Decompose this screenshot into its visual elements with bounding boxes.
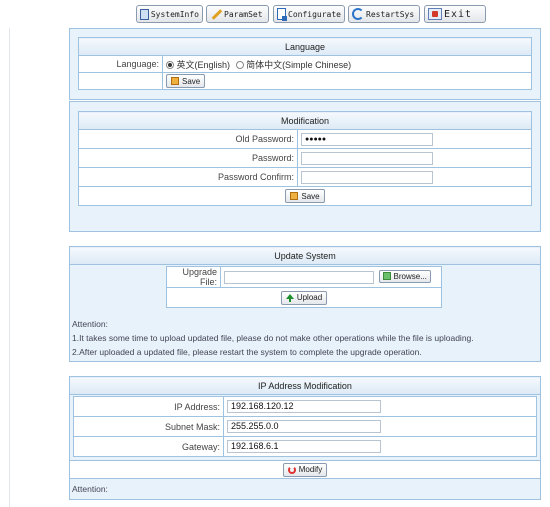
ip-address-field[interactable]: 192.168.120.12 (227, 400, 381, 413)
modify-button[interactable]: Modify (282, 462, 328, 477)
password-label: Password: (78, 148, 298, 168)
gateway-field[interactable]: 192.168.6.1 (227, 440, 381, 453)
subnet-mask-label: Subnet Mask: (73, 416, 224, 437)
language-save-button[interactable]: Save (166, 74, 206, 88)
password-save-label: Save (301, 191, 320, 201)
system-info-icon (140, 8, 149, 20)
old-password-field[interactable]: ●●●●● (301, 132, 433, 146)
password-field[interactable] (301, 151, 433, 165)
pen-icon (210, 8, 222, 20)
update-system-panel: Update System Upgrade File: Browse... Up… (69, 246, 541, 362)
ip-header: IP Address Modification (69, 376, 541, 395)
update-attention-2: 2.After uploaded a updated file, please … (72, 347, 422, 357)
ip-address-panel: IP Address Modification IP Address: 192.… (69, 376, 541, 500)
param-set-label: ParamSet (224, 9, 263, 19)
restart-icon (352, 8, 364, 20)
ip-attention-title: Attention: (72, 484, 108, 494)
configurate-button[interactable]: Configurate (273, 5, 345, 23)
upgrade-file-field[interactable] (224, 271, 374, 285)
radio-chinese[interactable] (235, 61, 244, 70)
upload-icon (285, 293, 294, 302)
browse-label: Browse... (393, 271, 427, 281)
update-attention-title: Attention: (72, 319, 108, 329)
save-icon (290, 192, 299, 200)
password-panel: Modification Old Password: ●●●●● Passwor… (69, 101, 541, 232)
old-password-label: Old Password: (78, 129, 298, 149)
system-info-button[interactable]: SystemInfo (136, 5, 203, 23)
ip-address-label: IP Address: (73, 396, 224, 417)
exit-button[interactable]: Exit (424, 5, 486, 23)
upgrade-file-label: Upgrade File: (166, 266, 221, 288)
configure-icon (277, 8, 288, 21)
system-info-label: SystemInfo (150, 9, 199, 19)
configurate-label: Configurate (288, 9, 341, 19)
browse-button[interactable]: Browse... (378, 269, 431, 283)
restart-sys-button[interactable]: RestartSys (348, 5, 420, 23)
language-panel: Language Language: 英文(English) 简体中文(Simp… (69, 28, 541, 100)
restart-sys-label: RestartSys (366, 9, 415, 19)
modify-icon (287, 465, 296, 474)
password-save-button[interactable]: Save (285, 189, 325, 203)
language-label: Language: (78, 55, 163, 73)
option-english-label: 英文(English) (176, 59, 231, 70)
exit-icon (428, 8, 442, 20)
radio-english[interactable] (166, 61, 174, 70)
password-confirm-label: Password Confirm: (78, 167, 298, 187)
upload-button[interactable]: Upload (280, 290, 328, 305)
language-header: Language (78, 37, 532, 56)
upload-label: Upload (296, 293, 323, 302)
browse-icon (382, 272, 391, 281)
top-toolbar: SystemInfo ParamSet Configurate RestartS… (0, 0, 550, 28)
option-chinese-label: 简体中文(Simple Chinese) (246, 59, 352, 70)
subnet-mask-field[interactable]: 255.255.0.0 (227, 420, 381, 433)
language-save-label: Save (182, 76, 201, 86)
param-set-button[interactable]: ParamSet (206, 5, 269, 23)
gateway-label: Gateway: (73, 436, 224, 457)
exit-label: Exit (444, 8, 473, 20)
save-icon (171, 77, 179, 85)
modify-label: Modify (298, 465, 323, 474)
update-header: Update System (69, 246, 541, 265)
update-attention-1: 1.It takes some time to upload updated f… (72, 333, 474, 343)
password-confirm-field[interactable] (301, 170, 433, 184)
modification-header: Modification (78, 111, 532, 130)
